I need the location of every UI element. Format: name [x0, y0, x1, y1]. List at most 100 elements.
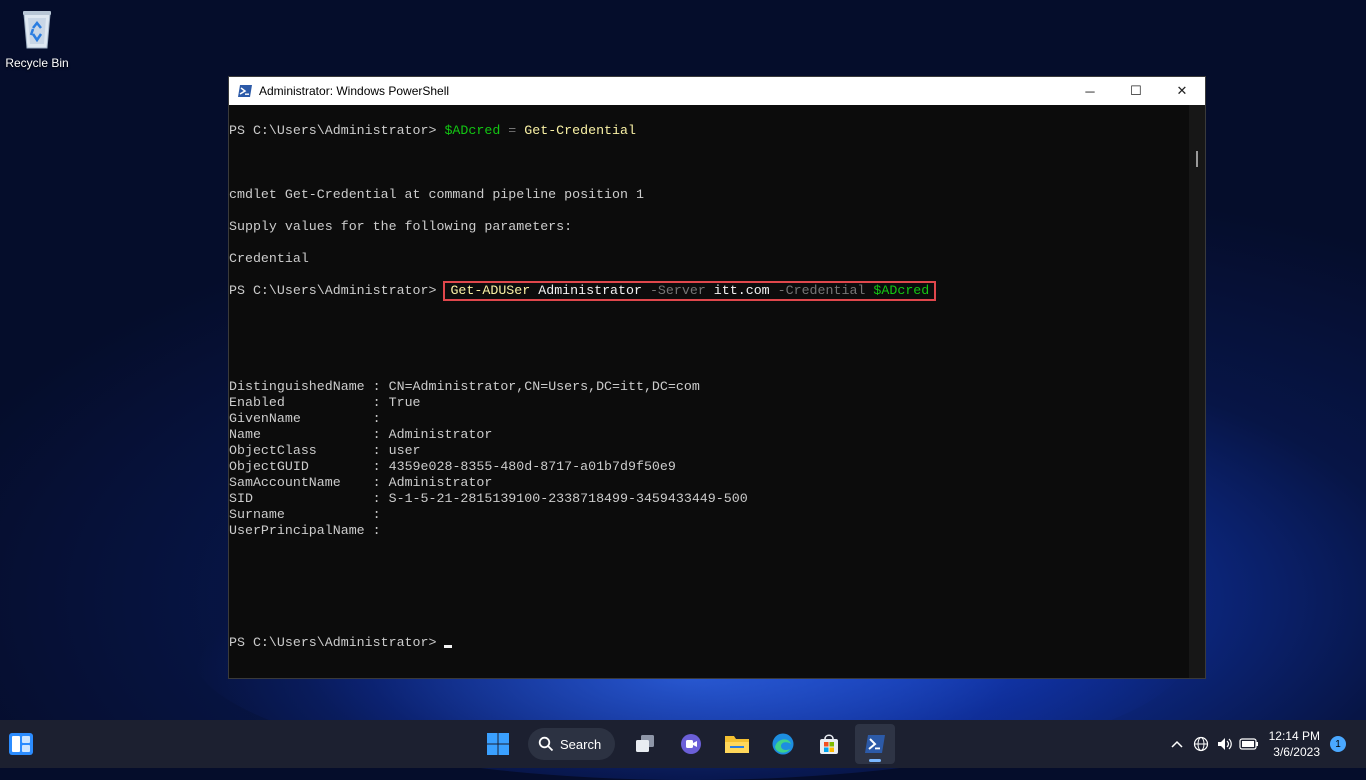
- maximize-button[interactable]: ☐: [1113, 77, 1159, 105]
- prompt: PS C:\Users\Administrator>: [229, 123, 445, 138]
- console-line: PS C:\Users\Administrator>: [229, 635, 1189, 651]
- property-key: Surname: [229, 507, 365, 522]
- store-icon: [820, 734, 839, 754]
- battery-icon[interactable]: [1237, 738, 1261, 750]
- scrollbar-thumb[interactable]: [1196, 151, 1198, 167]
- clock[interactable]: 12:14 PM 3/6/2023: [1269, 728, 1320, 760]
- property-list: DistinguishedName : CN=Administrator,CN=…: [229, 379, 1189, 539]
- task-view-button[interactable]: [625, 724, 665, 764]
- chat-icon: [681, 734, 702, 754]
- property-separator: :: [364, 411, 389, 426]
- property-value: user: [388, 443, 421, 458]
- recycle-bin[interactable]: Recycle Bin: [4, 6, 70, 70]
- console-line: Credential: [229, 251, 309, 266]
- command: Get-Credential: [524, 123, 636, 138]
- property-value: Administrator: [388, 475, 493, 490]
- console-line: PS C:\Users\Administrator> $ADcred = Get…: [229, 123, 1189, 139]
- clock-time: 12:14 PM: [1268, 729, 1320, 743]
- file-explorer-button[interactable]: [717, 724, 757, 764]
- property-line: Surname :: [229, 507, 1189, 523]
- property-separator: :: [364, 507, 389, 522]
- close-button[interactable]: ✕: [1159, 77, 1205, 105]
- clock-date: 3/6/2023: [1273, 745, 1320, 759]
- command: Get-ADUSer: [450, 283, 531, 298]
- search-label: Search: [560, 736, 602, 752]
- powershell-icon: [237, 83, 253, 99]
- property-line: ObjectGUID : 4359e028-8355-480d-8717-a01…: [229, 459, 1189, 475]
- notification-badge[interactable]: 1: [1330, 736, 1346, 752]
- property-key: SamAccountName: [229, 475, 365, 490]
- property-key: ObjectGUID: [229, 459, 365, 474]
- property-line: ObjectClass : user: [229, 443, 1189, 459]
- console-line: cmdlet Get-Credential at command pipelin…: [229, 187, 644, 202]
- property-separator: :: [364, 395, 389, 410]
- start-button[interactable]: [478, 724, 518, 764]
- property-line: SamAccountName : Administrator: [229, 475, 1189, 491]
- property-key: DistinguishedName: [229, 379, 365, 394]
- property-value: Administrator: [388, 427, 493, 442]
- window-titlebar[interactable]: Administrator: Windows PowerShell ─ ☐ ✕: [229, 77, 1205, 105]
- taskbar-apps: Search: [478, 724, 896, 764]
- powershell-window[interactable]: Administrator: Windows PowerShell ─ ☐ ✕ …: [228, 76, 1206, 679]
- property-separator: :: [364, 523, 389, 538]
- property-line: Enabled : True: [229, 395, 1189, 411]
- property-value: S-1-5-21-2815139100-2338718499-345943344…: [388, 491, 748, 506]
- search-button[interactable]: Search: [528, 728, 616, 760]
- network-globe-icon[interactable]: [1189, 736, 1213, 752]
- recycle-bin-label: Recycle Bin: [5, 56, 69, 70]
- volume-icon[interactable]: [1213, 736, 1237, 752]
- property-separator: :: [364, 475, 389, 490]
- taskbar: Search 12:14 PM 3/6/2023 1: [0, 720, 1366, 768]
- edge-button[interactable]: [763, 724, 803, 764]
- property-key: SID: [229, 491, 365, 506]
- parameter: -Server: [649, 283, 706, 298]
- prompt: PS C:\Users\Administrator>: [229, 635, 445, 650]
- widgets-icon[interactable]: [8, 732, 34, 756]
- property-line: UserPrincipalName :: [229, 523, 1189, 539]
- variable: $ADcred: [865, 283, 930, 298]
- file-explorer-icon: [725, 736, 750, 753]
- property-separator: :: [364, 491, 389, 506]
- property-separator: :: [364, 459, 389, 474]
- parameter: -Credential: [777, 283, 866, 298]
- console-line: Supply values for the following paramete…: [229, 219, 573, 234]
- minimize-button[interactable]: ─: [1067, 77, 1113, 105]
- argument: Administrator: [530, 283, 650, 298]
- property-value: CN=Administrator,CN=Users,DC=itt,DC=com: [388, 379, 700, 394]
- scrollbar[interactable]: [1189, 105, 1205, 678]
- operator: =: [500, 123, 525, 138]
- powershell-taskbar-button[interactable]: [855, 724, 896, 764]
- console-output[interactable]: PS C:\Users\Administrator> $ADcred = Get…: [229, 105, 1189, 678]
- property-key: Enabled: [229, 395, 365, 410]
- property-line: DistinguishedName : CN=Administrator,CN=…: [229, 379, 1189, 395]
- start-icon: [487, 733, 509, 755]
- property-value: True: [388, 395, 421, 410]
- property-key: GivenName: [229, 411, 365, 426]
- window-title: Administrator: Windows PowerShell: [259, 84, 450, 98]
- highlighted-command: Get-ADUSer Administrator -Server itt.com…: [443, 281, 937, 301]
- task-view-icon: [636, 735, 655, 752]
- property-key: UserPrincipalName: [229, 523, 365, 538]
- property-line: GivenName :: [229, 411, 1189, 427]
- chat-button[interactable]: [671, 724, 711, 764]
- property-separator: :: [364, 427, 389, 442]
- property-key: ObjectClass: [229, 443, 365, 458]
- property-value: 4359e028-8355-480d-8717-a01b7d9f50e9: [388, 459, 676, 474]
- property-separator: :: [364, 443, 389, 458]
- prompt: PS C:\Users\Administrator>: [229, 283, 445, 298]
- text-cursor: [444, 645, 453, 648]
- property-separator: :: [364, 379, 389, 394]
- recycle-bin-icon: [19, 8, 55, 50]
- store-button[interactable]: [809, 724, 849, 764]
- chevron-up-icon[interactable]: [1165, 740, 1189, 748]
- property-key: Name: [229, 427, 365, 442]
- variable: $ADcred: [444, 123, 501, 138]
- property-line: SID : S-1-5-21-2815139100-2338718499-345…: [229, 491, 1189, 507]
- edge-icon: [772, 733, 794, 755]
